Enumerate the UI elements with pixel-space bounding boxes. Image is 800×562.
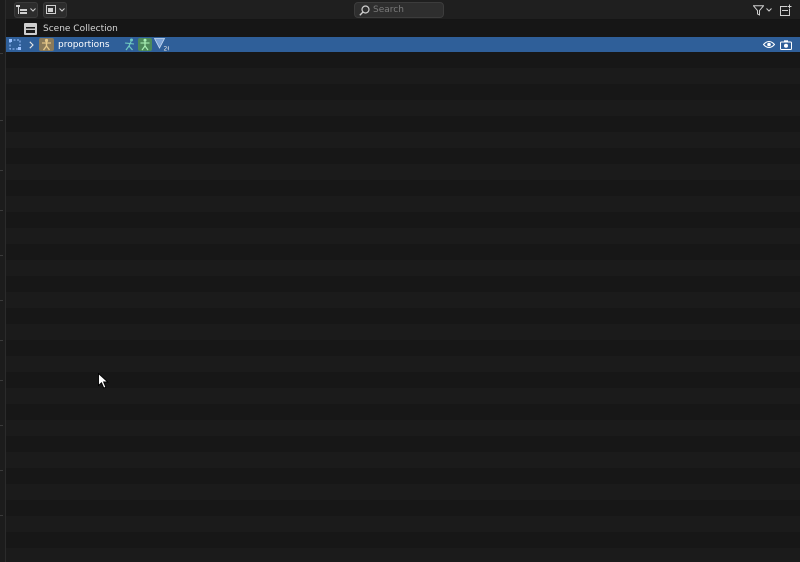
object-label: proportions (58, 39, 110, 50)
empty-row (6, 324, 800, 340)
empty-row (6, 372, 800, 388)
eye-icon[interactable] (763, 40, 775, 49)
new-collection-icon (780, 4, 792, 16)
empty-row (6, 516, 800, 532)
object-row-proportions[interactable]: proportions 2 (6, 37, 800, 52)
object-select-icon[interactable] (9, 39, 21, 50)
empty-row (6, 404, 800, 420)
edge-tick (0, 255, 3, 256)
modifier-icon[interactable]: 26 (154, 38, 169, 51)
empty-row (6, 148, 800, 164)
empty-row (6, 68, 800, 84)
empty-row (6, 532, 800, 548)
edge-tick (0, 170, 3, 171)
outliner-tree[interactable]: Scene Collection proportions 2 (6, 20, 800, 562)
search-icon (359, 4, 370, 16)
empty-row (6, 228, 800, 244)
empty-row (6, 292, 800, 308)
empty-row (6, 276, 800, 292)
empty-row (6, 356, 800, 372)
search-field[interactable] (354, 2, 444, 18)
camera-icon[interactable] (780, 39, 792, 50)
collection-box-icon (24, 23, 37, 35)
chevron-down-icon (30, 8, 36, 12)
empty-row (6, 164, 800, 180)
empty-row (6, 52, 800, 68)
empty-row (6, 100, 800, 116)
outliner-header (6, 0, 800, 20)
search-input[interactable] (373, 5, 439, 15)
chevron-down-icon (765, 8, 772, 12)
edge-tick (0, 300, 3, 301)
edge-tick (0, 120, 3, 121)
new-collection-button[interactable] (779, 2, 793, 18)
empty-row (6, 212, 800, 228)
scene-collection-row[interactable]: Scene Collection (6, 21, 800, 37)
empty-row (6, 388, 800, 404)
edge-tick (0, 380, 3, 381)
outliner-editor: Scene Collection (0, 0, 800, 562)
svg-text:26: 26 (164, 46, 170, 52)
chevron-down-icon (58, 8, 65, 12)
empty-row (6, 84, 800, 100)
empty-row (6, 468, 800, 484)
armature-icon (39, 38, 54, 51)
empty-row (6, 132, 800, 148)
empty-row (6, 308, 800, 324)
armature-data-icon[interactable] (138, 38, 152, 51)
edge-tick (0, 470, 3, 471)
view-layer-icon (45, 5, 57, 15)
edge-tick (0, 425, 3, 426)
scene-collection-label: Scene Collection (43, 24, 118, 34)
display-mode-dropdown[interactable] (14, 2, 38, 18)
filter-dropdown[interactable] (750, 2, 774, 18)
empty-row (6, 500, 800, 516)
row-toggle-icons (763, 37, 792, 52)
edge-tick (0, 515, 3, 516)
edge-tick (0, 53, 3, 54)
empty-row (6, 340, 800, 356)
empty-row (6, 420, 800, 436)
chevron-right-icon[interactable] (29, 40, 34, 49)
empty-row (6, 548, 800, 562)
edge-tick (0, 340, 3, 341)
empty-row (6, 196, 800, 212)
empty-row (6, 116, 800, 132)
empty-row (6, 484, 800, 500)
pose-icon[interactable] (123, 38, 136, 51)
empty-row (6, 260, 800, 276)
empty-row (6, 180, 800, 196)
outliner-list-icon (16, 5, 28, 15)
empty-row (6, 452, 800, 468)
mouse-pointer-icon (98, 372, 109, 393)
empty-row (6, 244, 800, 260)
view-layer-dropdown[interactable] (43, 2, 67, 18)
edge-tick (0, 210, 3, 211)
empty-row (6, 436, 800, 452)
funnel-icon (752, 4, 764, 16)
